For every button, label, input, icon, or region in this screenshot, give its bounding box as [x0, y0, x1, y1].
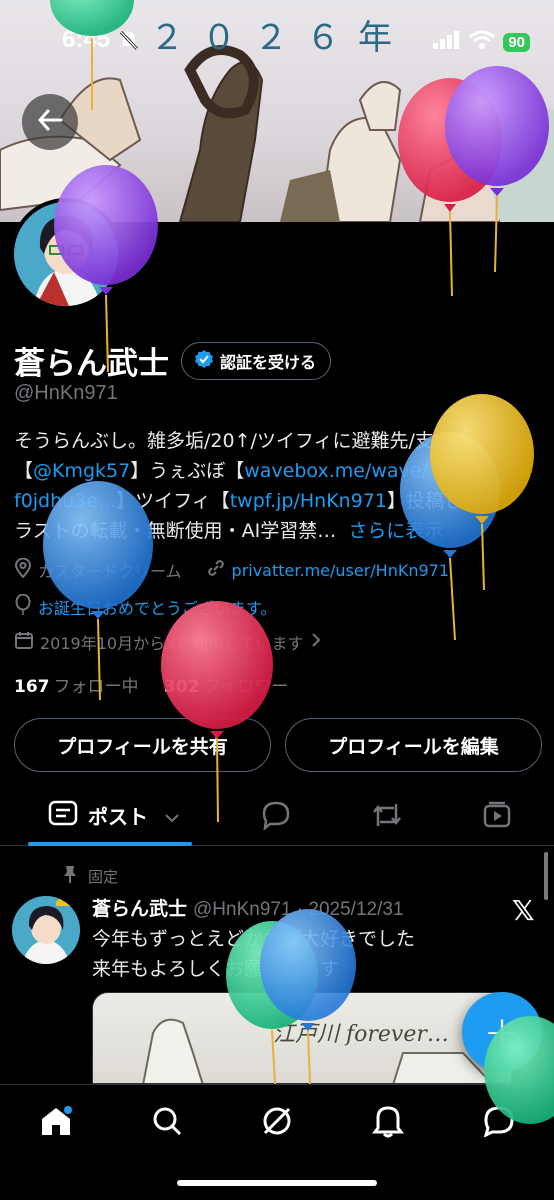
post-image-text: 江戸川 forever…: [273, 1022, 449, 1047]
pinned-indicator: 固定: [62, 864, 118, 888]
wavebox-link[interactable]: wavebox.me/wave/: [244, 460, 428, 482]
following-stat[interactable]: 167 フォロー中: [14, 677, 139, 697]
joined-text: 2019年10月からXを利用しています: [40, 634, 304, 653]
bio-text: 【: [14, 460, 34, 482]
chevron-right-icon: [310, 632, 322, 652]
bio-line: f0jdhu3e...】ツイフィ【twpf.jp/HnKn971】投稿したイ: [14, 486, 544, 516]
tab-posts[interactable]: ポスト: [48, 800, 180, 831]
signal-icon: [433, 31, 461, 53]
battery-indicator: 90: [503, 32, 530, 52]
status-bar: 6:45 90: [0, 0, 554, 80]
birthday-text: お誕生日おめでとうございます。: [38, 599, 277, 618]
twpf-link[interactable]: twpf.jp/HnKn971: [230, 490, 387, 512]
avatar-illustration: [14, 202, 118, 306]
bio-line: 【@Kmgk57】うぇぶぼ【wavebox.me/wave/: [14, 456, 544, 486]
active-tab-indicator: [28, 842, 192, 846]
verified-badge-icon: [194, 349, 214, 373]
post-image-illustration: 江戸川 forever…: [142, 1018, 493, 1083]
wifi-icon: [469, 30, 496, 54]
status-indicators: 90: [433, 30, 530, 54]
chevron-down-icon: [164, 804, 180, 828]
followers-label: フォロワー: [203, 677, 289, 697]
bio-text: ラストの転載・無断使用・AI学習禁…: [14, 520, 337, 542]
birthday-row: お誕生日おめでとうございます。: [14, 593, 277, 620]
edit-profile-button[interactable]: プロフィールを編集: [285, 718, 542, 772]
post-header: 蒼らん武士 @HnKn971 · 2025/12/31: [92, 894, 404, 921]
website-link[interactable]: privatter.me/user/HnKn971: [232, 561, 450, 580]
followers-count: 302: [163, 677, 200, 697]
profile-avatar[interactable]: [10, 198, 122, 310]
location-icon: [14, 557, 32, 582]
bio-line: そうらんぶし。雑多垢/20↑/ツイフィに避難先/支: [14, 430, 434, 452]
x-logo-icon: 𝕏: [512, 894, 535, 927]
bio-text: 】うぇぶぼ【: [130, 460, 245, 482]
profile-actions: プロフィールを共有 プロフィールを編集: [14, 718, 542, 772]
repost-tab-icon[interactable]: [370, 800, 404, 834]
post-image[interactable]: 江戸川 forever…: [92, 992, 512, 1084]
post-line: 来年もよろしくお願いします: [92, 958, 340, 980]
share-profile-button[interactable]: プロフィールを共有: [14, 718, 271, 772]
reply-tab-icon[interactable]: [260, 800, 292, 834]
post-avatar-illustration: [12, 896, 80, 964]
home-icon[interactable]: [36, 1101, 76, 1141]
search-icon[interactable]: [147, 1101, 187, 1141]
profile-handle: @HnKn971: [14, 382, 118, 404]
follow-stats: 167 フォロー中 302 フォロワー: [14, 672, 288, 697]
mention-link[interactable]: @Kmgk57: [33, 460, 130, 482]
bio-text: 】投稿したイ: [386, 490, 501, 512]
get-verified-button[interactable]: 認証を受ける: [181, 341, 332, 380]
back-button[interactable]: [22, 94, 78, 150]
calendar-icon: [14, 630, 34, 654]
pinned-label: 固定: [88, 867, 119, 886]
post-author[interactable]: 蒼らん武士: [92, 894, 187, 921]
followers-stat[interactable]: 302 フォロワー: [164, 677, 289, 697]
bio-text: 】ツイフィ【: [116, 490, 230, 512]
display-name: 蒼らん武士: [14, 346, 169, 382]
wavebox-link-cont[interactable]: f0jdhu3e...: [14, 490, 116, 512]
silent-bell-icon: [118, 29, 140, 55]
back-arrow-icon: [37, 107, 63, 137]
following-label: フォロー中: [53, 677, 139, 697]
profile-name-row: 蒼らん武士 認証を受ける: [14, 338, 332, 383]
messages-icon[interactable]: [479, 1101, 519, 1141]
profile-meta-row: カスタードクリーム privatter.me/user/HnKn971: [14, 557, 450, 582]
profile-tabs: ポスト: [0, 786, 554, 846]
profile-bio: そうらんぶし。雑多垢/20↑/ツイフィに避難先/支 【@Kmgk57】うぇぶぼ【…: [14, 426, 544, 546]
tab-posts-label: ポスト: [88, 805, 148, 829]
post-avatar[interactable]: [12, 896, 80, 964]
post-line: 今年もずっとえどかわが大好きでした: [92, 928, 416, 950]
link-icon: [206, 558, 226, 582]
post-meta: @HnKn971 · 2025/12/31: [193, 899, 404, 920]
scrollbar[interactable]: [544, 852, 548, 900]
show-more-link[interactable]: さらに表示: [348, 520, 443, 542]
compose-post-button[interactable]: +: [462, 992, 542, 1072]
notifications-icon[interactable]: [368, 1101, 408, 1141]
following-count: 167: [14, 677, 50, 697]
bio-line: ラストの転載・無断使用・AI学習禁… さらに表示: [14, 516, 544, 546]
status-time: 6:45: [62, 26, 111, 53]
location-text: カスタードクリーム: [38, 562, 182, 581]
balloon-icon: [14, 593, 32, 620]
media-tab-icon[interactable]: [482, 800, 512, 834]
home-indicator: [177, 1180, 377, 1186]
get-verified-label: 認証を受ける: [220, 352, 317, 372]
joined-row[interactable]: 2019年10月からXを利用しています: [14, 630, 322, 654]
grok-icon[interactable]: [257, 1101, 297, 1141]
post-text: 今年もずっとえどかわが大好きでした 来年もよろしくお願いします: [92, 924, 415, 984]
post-tab-icon: [48, 800, 78, 831]
pin-icon: [62, 864, 78, 888]
